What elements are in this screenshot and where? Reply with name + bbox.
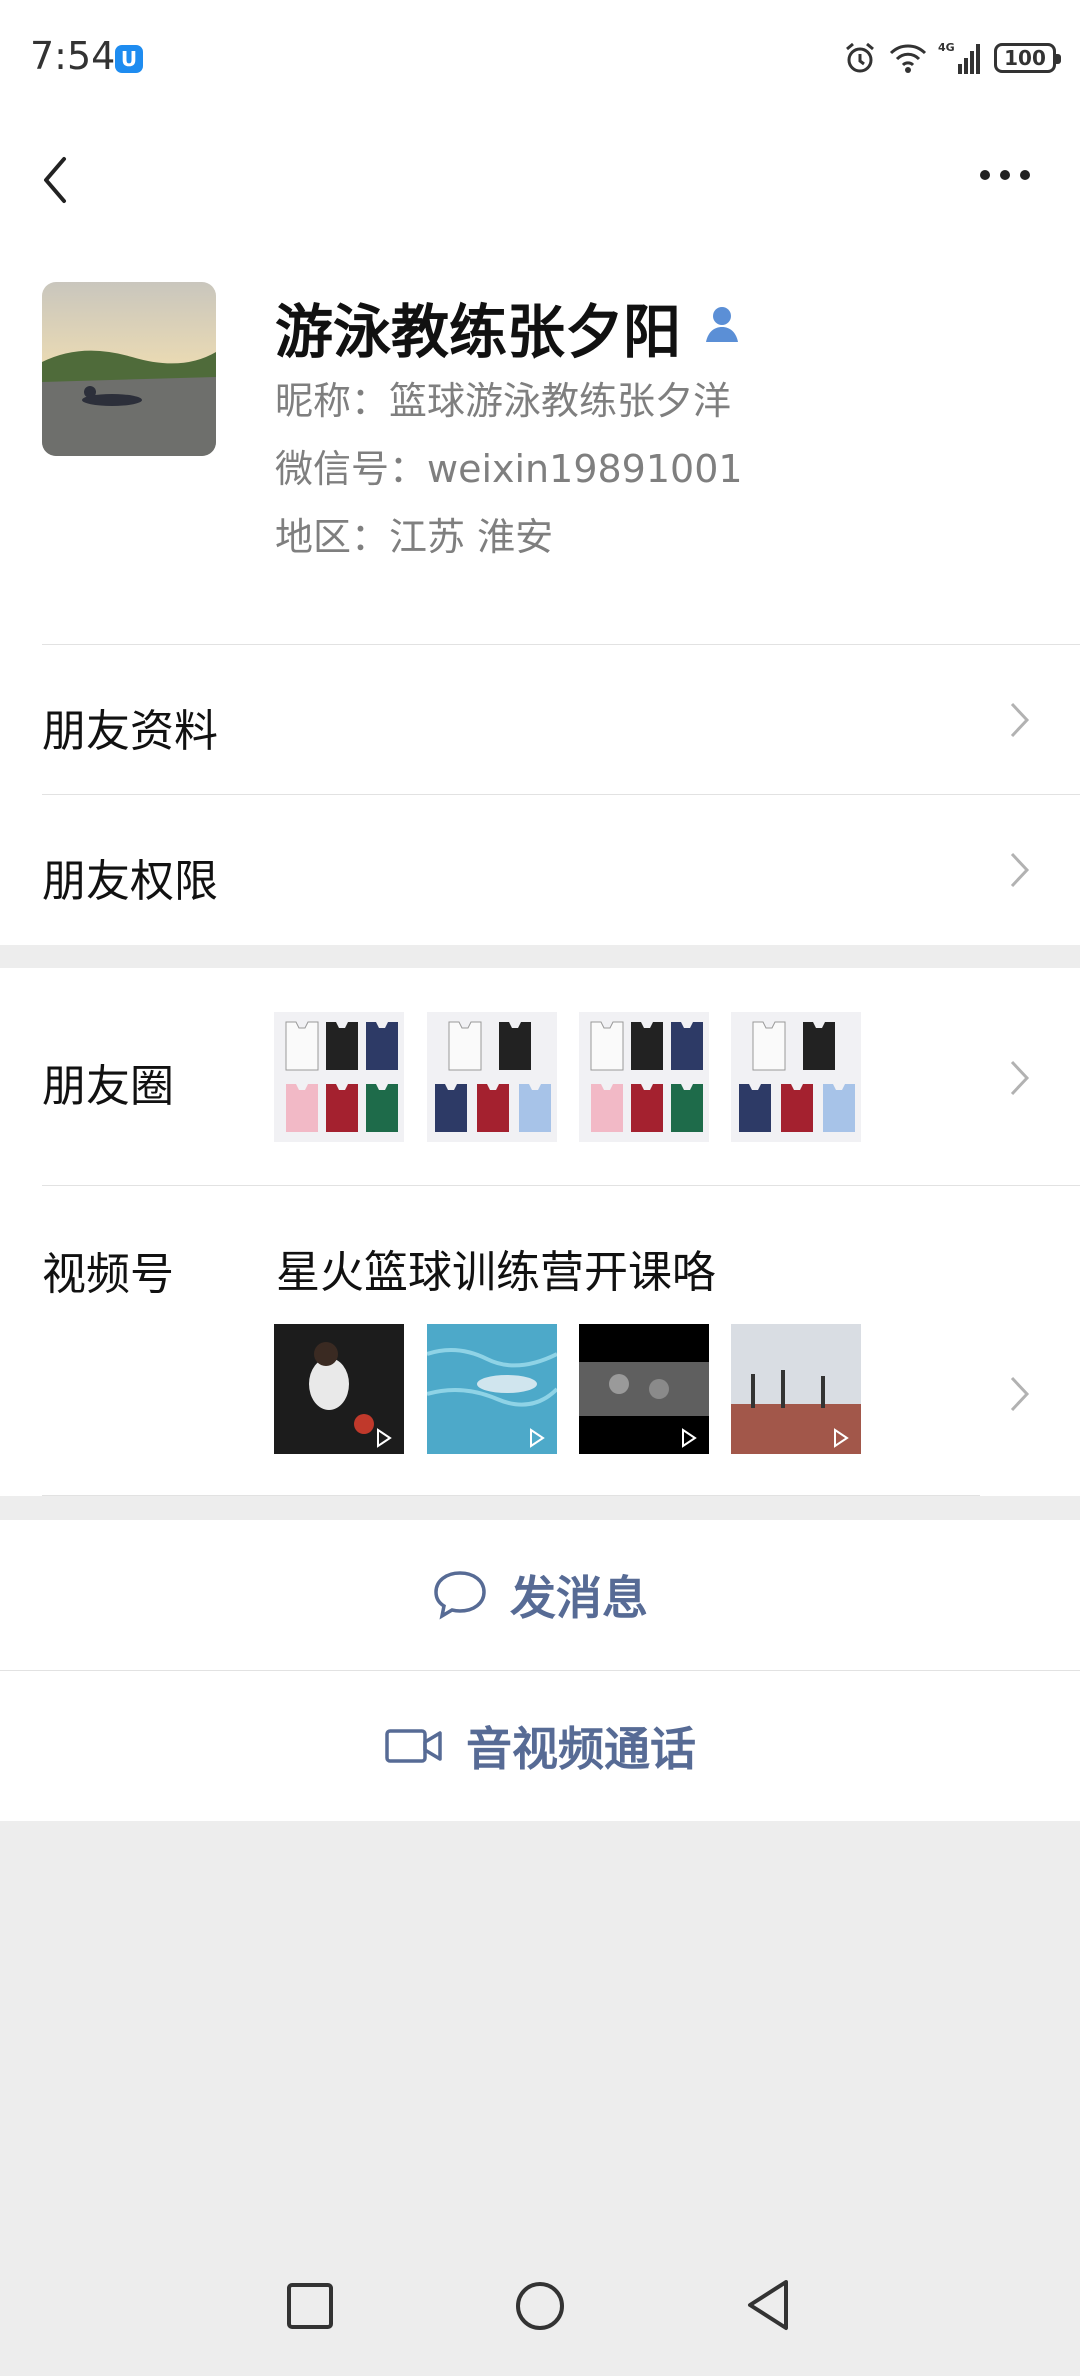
region-text: 地区：江苏 淮安: [275, 515, 554, 559]
chevron-right-icon: [1010, 852, 1030, 888]
chat-bubble-icon: [434, 1571, 486, 1620]
nickname-text: 昵称：篮球游泳教练张夕洋: [275, 379, 732, 423]
friend-info-row[interactable]: 朋友资料: [0, 645, 1080, 795]
channels-row[interactable]: 视频号 星火篮球训练营开课咯: [0, 1186, 1080, 1496]
svg-text:4G: 4G: [938, 41, 955, 54]
moments-label: 朋友圈: [42, 1061, 174, 1112]
video-call-button[interactable]: 音视频通话: [0, 1671, 1080, 1821]
recent-apps-icon[interactable]: [286, 2282, 334, 2330]
wifi-icon: [889, 44, 927, 73]
top-nav: [0, 120, 1080, 230]
moments-photo-1: [274, 1012, 404, 1142]
channels-video-2[interactable]: [427, 1324, 557, 1454]
profile-header: 游泳教练张夕阳 昵称：篮球游泳教练张夕洋 微信号：weixin19891001 …: [0, 230, 1080, 645]
moments-row[interactable]: 朋友圈: [0, 968, 1080, 1186]
friend-permissions-row[interactable]: 朋友权限: [0, 795, 1080, 945]
channels-video-1[interactable]: [274, 1324, 404, 1454]
send-message-label: 发消息: [510, 1571, 648, 1625]
channels-video-3[interactable]: [579, 1324, 709, 1454]
home-icon[interactable]: [514, 2280, 566, 2332]
chevron-right-icon: [1010, 1376, 1030, 1412]
status-bar: 7:54 U 4G 100: [0, 0, 1080, 120]
system-nav-bar: [0, 2230, 1080, 2376]
profile-name: 游泳教练张夕阳: [275, 298, 682, 366]
avatar[interactable]: [42, 282, 216, 456]
send-message-button[interactable]: 发消息: [0, 1520, 1080, 1670]
status-time: 7:54: [30, 34, 116, 78]
video-call-label: 音视频通话: [466, 1722, 696, 1776]
channels-video-4[interactable]: [731, 1324, 861, 1454]
back-triangle-icon[interactable]: [744, 2278, 792, 2332]
channels-label: 视频号: [42, 1249, 174, 1300]
wechat-id-text: 微信号：weixin19891001: [275, 447, 743, 491]
channels-title: 星火篮球训练营开课咯: [276, 1247, 716, 1298]
moments-photo-3: [579, 1012, 709, 1142]
friend-info-label: 朋友资料: [42, 706, 218, 757]
signal-icon: 4G: [938, 41, 980, 74]
chevron-right-icon: [1010, 1060, 1030, 1096]
moments-photo-4: [731, 1012, 861, 1142]
chevron-right-icon: [1010, 702, 1030, 738]
back-arrow-icon[interactable]: [40, 155, 70, 205]
contact-person-icon: [706, 307, 738, 342]
moments-photo-2: [427, 1012, 557, 1142]
friend-permissions-label: 朋友权限: [42, 856, 218, 907]
more-options-icon[interactable]: [980, 170, 1030, 180]
video-camera-icon: [385, 1729, 442, 1763]
battery-icon: 100: [994, 43, 1061, 73]
app-notification-icon: U: [115, 45, 143, 73]
alarm-icon: [846, 42, 874, 73]
status-icons: 4G 100: [842, 38, 1061, 78]
divider: [42, 1495, 980, 1496]
